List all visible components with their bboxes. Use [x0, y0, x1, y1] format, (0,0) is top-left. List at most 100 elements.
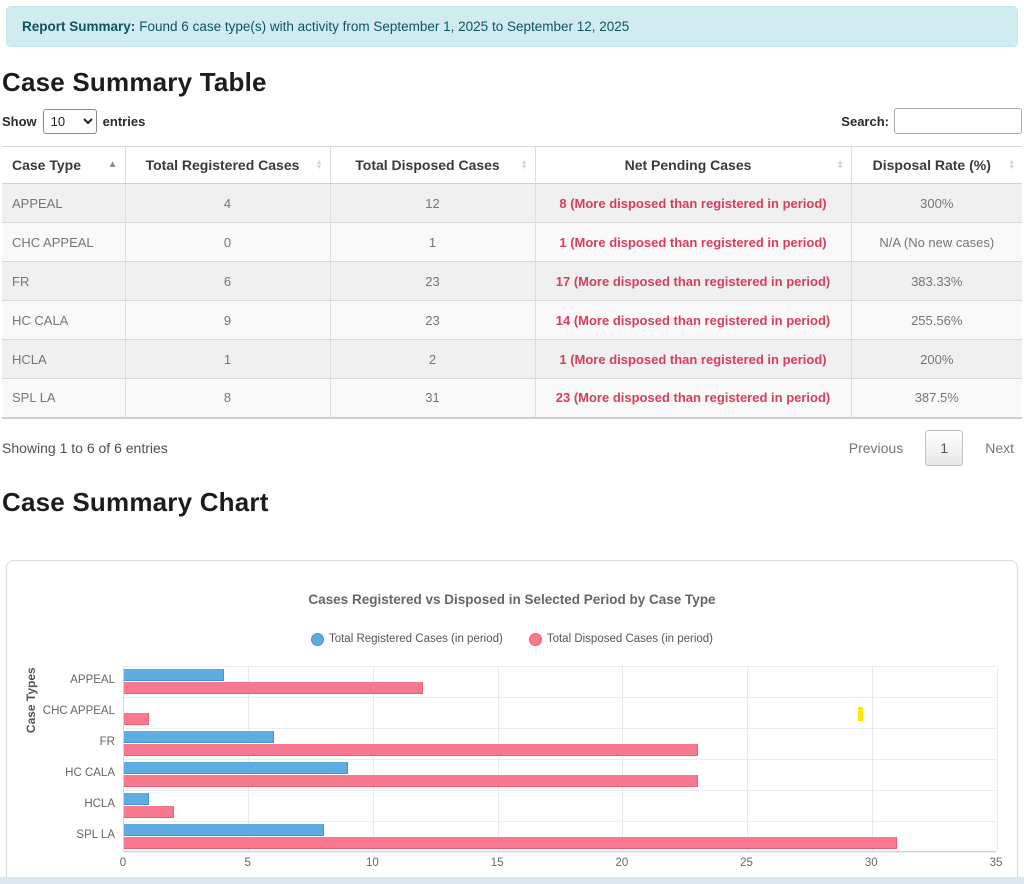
disposal-rate-cell: 387.5%: [851, 379, 1022, 418]
entries-label: entries: [103, 114, 146, 129]
page: Report Summary: Found 6 case type(s) with…: [0, 0, 1024, 877]
x-tick-label: 30: [851, 857, 891, 869]
sort-both-icon: ▲▼: [316, 160, 323, 170]
table-row: CHC APPEAL011 (More disposed than regist…: [2, 223, 1022, 262]
chart-section-title: Case Summary Chart: [2, 487, 1024, 518]
gridline: [124, 821, 996, 822]
table-row: HCLA121 (More disposed than registered i…: [2, 340, 1022, 379]
gridline: [124, 666, 996, 667]
disposed-bar: [124, 775, 698, 787]
x-tick-label: 5: [228, 857, 268, 869]
case-type-cell: APPEAL: [2, 184, 125, 223]
next-page-button[interactable]: Next: [977, 434, 1022, 462]
report-summary-label: Report Summary:: [22, 19, 135, 34]
page-background-strip: [0, 877, 1024, 884]
disposed-cell: 23: [330, 301, 535, 340]
column-header-disposed[interactable]: Total Disposed Cases ▲▼: [330, 147, 535, 184]
gridline: [124, 852, 996, 853]
registered-bar: [124, 824, 324, 836]
net-pending-cell: 8 (More disposed than registered in peri…: [535, 184, 851, 223]
gridline: [124, 759, 996, 760]
table-row: APPEAL4128 (More disposed than registere…: [2, 184, 1022, 223]
column-header-disposal-rate[interactable]: Disposal Rate (%) ▲▼: [851, 147, 1022, 184]
disposal-rate-cell: 255.56%: [851, 301, 1022, 340]
search-control: Search:: [841, 108, 1022, 134]
table-footer: Showing 1 to 6 of 6 entries Previous 1 N…: [2, 429, 1022, 467]
table-section-title: Case Summary Table: [2, 67, 1024, 98]
net-pending-cell: 1 (More disposed than registered in peri…: [535, 340, 851, 379]
registered-cell: 6: [125, 262, 330, 301]
y-category-label: HC CALA: [7, 767, 115, 779]
x-tick-label: 15: [477, 857, 517, 869]
report-summary-text: Found 6 case type(s) with activity from …: [139, 19, 629, 34]
case-type-cell: HCLA: [2, 340, 125, 379]
case-type-cell: HC CALA: [2, 301, 125, 340]
net-pending-cell: 1 (More disposed than registered in peri…: [535, 223, 851, 262]
disposed-cell: 12: [330, 184, 535, 223]
chart-card: Cases Registered vs Disposed in Selected…: [6, 560, 1018, 878]
disposal-rate-cell: N/A (No new cases): [851, 223, 1022, 262]
disposed-bar: [124, 837, 897, 849]
table-info: Showing 1 to 6 of 6 entries: [2, 440, 168, 456]
disposed-bar: [124, 806, 174, 818]
sort-both-icon: ▲▼: [521, 160, 528, 170]
plot-wrap: Case Types APPEALCHC APPEALFRHC CALAHCLA…: [7, 561, 1017, 878]
table-row: HC CALA92314 (More disposed than registe…: [2, 301, 1022, 340]
registered-cell: 9: [125, 301, 330, 340]
x-tick-label: 25: [727, 857, 767, 869]
net-pending-cell: 17 (More disposed than registered in per…: [535, 262, 851, 301]
gridline: [124, 728, 996, 729]
disposal-rate-cell: 300%: [851, 184, 1022, 223]
previous-page-button[interactable]: Previous: [841, 434, 911, 462]
current-page-button[interactable]: 1: [925, 430, 963, 466]
y-category-label: SPL LA: [7, 829, 115, 841]
net-pending-cell: 14 (More disposed than registered in per…: [535, 301, 851, 340]
disposed-cell: 23: [330, 262, 535, 301]
column-header-registered[interactable]: Total Registered Cases ▲▼: [125, 147, 330, 184]
datatable-controls: Show 10 entries Search:: [2, 108, 1022, 134]
table-header-row: Case Type ▲ Total Registered Cases ▲▼ To…: [2, 147, 1022, 184]
registered-cell: 0: [125, 223, 330, 262]
pagination: Previous 1 Next: [841, 430, 1022, 466]
search-input[interactable]: [894, 108, 1022, 134]
table-row: SPL LA83123 (More disposed than register…: [2, 379, 1022, 418]
y-category-label: HCLA: [7, 798, 115, 810]
case-summary-table: Case Type ▲ Total Registered Cases ▲▼ To…: [2, 146, 1022, 419]
plot-area: [123, 666, 996, 852]
disposed-cell: 2: [330, 340, 535, 379]
sort-asc-icon: ▲: [108, 160, 118, 170]
disposed-cell: 31: [330, 379, 535, 418]
net-pending-cell: 23 (More disposed than registered in per…: [535, 379, 851, 418]
y-category-label: CHC APPEAL: [7, 705, 115, 717]
disposed-bar: [124, 744, 698, 756]
disposed-bar: [124, 682, 423, 694]
case-type-cell: CHC APPEAL: [2, 223, 125, 262]
case-type-cell: SPL LA: [2, 379, 125, 418]
search-label: Search:: [841, 114, 889, 129]
y-category-label: APPEAL: [7, 674, 115, 686]
sort-both-icon: ▲▼: [837, 160, 844, 170]
disposed-bar: [124, 713, 149, 725]
gridline: [997, 666, 998, 851]
registered-bar: [124, 669, 224, 681]
registered-bar: [124, 731, 274, 743]
column-header-net-pending[interactable]: Net Pending Cases ▲▼: [535, 147, 851, 184]
registered-bar: [124, 762, 348, 774]
page-length-select[interactable]: 10: [43, 109, 97, 134]
case-type-cell: FR: [2, 262, 125, 301]
disposal-rate-cell: 200%: [851, 340, 1022, 379]
disposed-cell: 1: [330, 223, 535, 262]
page-length-control: Show 10 entries: [2, 109, 145, 134]
show-label: Show: [2, 114, 37, 129]
table-row: FR62317 (More disposed than registered i…: [2, 262, 1022, 301]
x-axis-title: Number of Cases: [123, 875, 996, 878]
column-header-case-type[interactable]: Case Type ▲: [2, 147, 125, 184]
x-tick-label: 20: [602, 857, 642, 869]
registered-bar: [124, 793, 149, 805]
gridline: [124, 697, 996, 698]
sort-both-icon: ▲▼: [1008, 160, 1015, 170]
y-category-label: FR: [7, 736, 115, 748]
cursor-artifact: [858, 707, 863, 721]
x-tick-label: 35: [976, 857, 1016, 869]
registered-cell: 8: [125, 379, 330, 418]
